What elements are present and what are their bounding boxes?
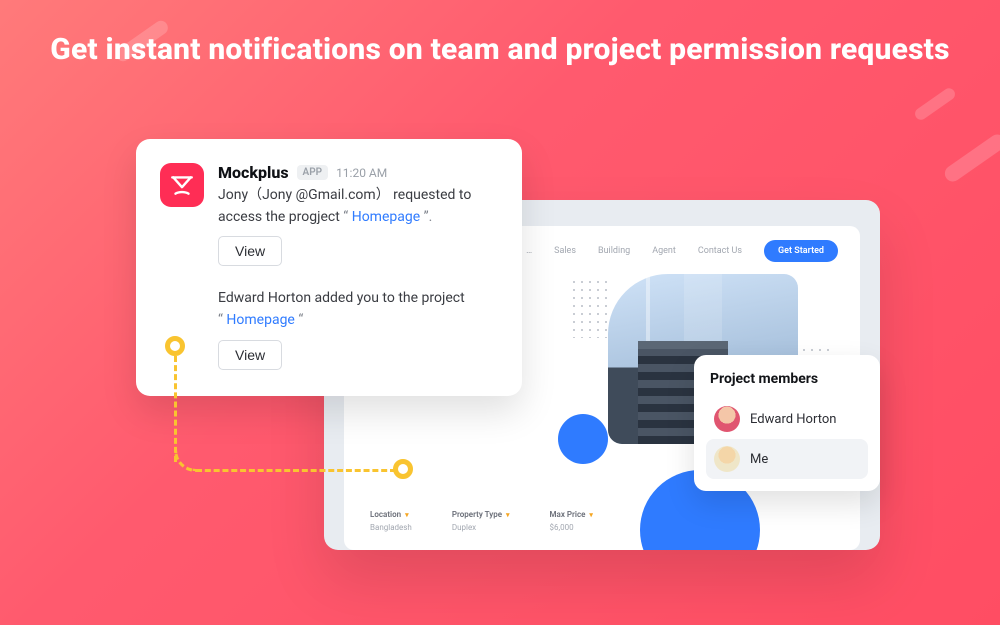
nav-item[interactable]: Contact Us (698, 246, 742, 256)
decoration-blob (558, 414, 608, 464)
filter[interactable]: Location ▾ Bangladesh (370, 510, 412, 532)
member-name: Me (750, 452, 768, 467)
filter-bar: Location ▾ Bangladesh Property Type ▾ Dupl… (370, 510, 593, 532)
filter[interactable]: Max Price▾ $6,000 (550, 510, 593, 532)
view-button[interactable]: View (218, 236, 282, 266)
mockplus-logo (160, 163, 204, 207)
avatar (714, 446, 740, 472)
member-row[interactable]: Edward Horton (706, 399, 868, 439)
filter-value: Bangladesh (370, 523, 412, 532)
project-link[interactable]: Homepage (226, 312, 294, 328)
notification-message: Jony（Jony @Gmail.com） requested to acces… (218, 185, 498, 228)
get-started-button[interactable]: Get Started (764, 240, 838, 262)
decoration-dots (570, 278, 610, 338)
app-badge: APP (297, 165, 329, 180)
nav-item[interactable]: Sales (554, 246, 576, 256)
filter-value: Duplex (452, 523, 510, 532)
notification-card: Mockplus APP 11:20 AM Jony（Jony @Gmail.c… (136, 139, 522, 396)
timestamp: 11:20 AM (336, 166, 387, 180)
members-title: Project members (706, 371, 868, 387)
chevron-down-icon: ▾ (589, 511, 593, 519)
member-row[interactable]: Me (706, 439, 868, 479)
filter-value: $6,000 (550, 523, 593, 532)
filter-label: Property Type (452, 510, 502, 519)
app-name: Mockplus (218, 163, 289, 182)
project-members-card: Project members Edward Horton Me (694, 355, 880, 491)
nav-item[interactable]: … (526, 246, 532, 256)
filter-label: Max Price (550, 510, 586, 519)
filter-label: Location (370, 510, 401, 519)
member-name: Edward Horton (750, 412, 836, 427)
nav-item[interactable]: Agent (652, 246, 676, 256)
filter[interactable]: Property Type ▾ Duplex (452, 510, 510, 532)
avatar (714, 406, 740, 432)
chevron-down-icon: ▾ (506, 511, 510, 519)
view-button[interactable]: View (218, 340, 282, 370)
nav-item[interactable]: Building (598, 246, 630, 256)
notification-message: Edward Horton added you to the project “… (218, 288, 498, 331)
chevron-down-icon: ▾ (405, 511, 409, 519)
project-link[interactable]: Homepage (352, 209, 420, 225)
